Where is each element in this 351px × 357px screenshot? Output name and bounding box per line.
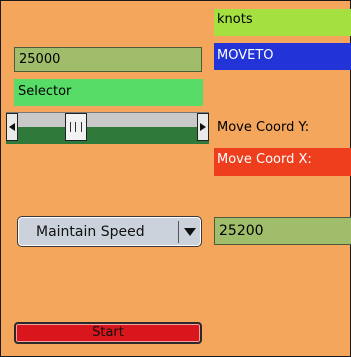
selector-slider[interactable] <box>6 112 209 144</box>
units-label: knots <box>214 9 351 36</box>
selector-label: Selector <box>14 79 203 106</box>
grip-icon <box>70 122 83 132</box>
arrow-right-icon[interactable] <box>197 113 209 141</box>
start-button[interactable]: Start <box>14 322 202 344</box>
move-coord-x-label: Move Coord X: <box>214 148 351 176</box>
dropdown-divider <box>178 221 179 243</box>
value-input-left[interactable]: 25000 <box>14 47 202 72</box>
slider-thumb[interactable] <box>65 113 88 141</box>
chevron-down-icon[interactable] <box>181 223 199 241</box>
dropdown-selected-value: Maintain Speed <box>36 224 145 240</box>
arrow-left-icon[interactable] <box>6 113 18 141</box>
move-coord-y-label: Move Coord Y: <box>217 120 310 135</box>
slider-track-fill <box>6 127 209 144</box>
slider-track[interactable] <box>6 112 209 128</box>
command-label: MOVETO <box>214 43 351 70</box>
speed-mode-dropdown[interactable]: Maintain Speed <box>17 216 202 247</box>
value-input-right[interactable]: 25200 <box>214 217 351 245</box>
app-window: 25000 Selector Maintain Speed Start knot… <box>0 0 351 357</box>
